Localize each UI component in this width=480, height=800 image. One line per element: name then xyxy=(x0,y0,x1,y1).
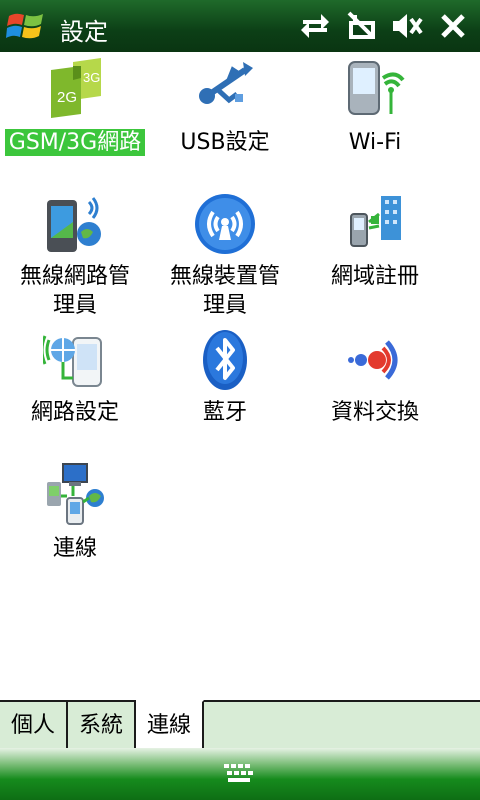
item-label: 網域註冊 xyxy=(330,264,419,289)
tab-personal[interactable]: 個人 xyxy=(0,702,68,748)
item-label: 連線 xyxy=(52,536,97,561)
tab-system[interactable]: 系統 xyxy=(68,702,136,748)
title-bar: 設定 xyxy=(0,0,480,52)
tab-connections[interactable]: 連線 xyxy=(136,700,204,752)
item-label: USB設定 xyxy=(180,130,270,155)
label-line-2: 理員 xyxy=(202,293,247,318)
item-label: 藍牙 xyxy=(202,400,247,425)
item-label: Wi-Fi xyxy=(348,130,402,155)
item-label: 網路設定 xyxy=(30,400,119,425)
usb-icon xyxy=(199,62,253,104)
close-icon[interactable] xyxy=(436,9,470,43)
item-wireless-device-manager[interactable]: 無線裝置管 理員 xyxy=(150,192,300,322)
label-line-1: 無線裝置管 xyxy=(169,264,280,289)
wifi-device-icon xyxy=(348,61,405,115)
volume-mute-icon[interactable] xyxy=(390,9,424,43)
item-wireless-manager[interactable]: 無線網路管 理員 xyxy=(0,192,150,322)
wireless-device-manager-icon xyxy=(195,194,255,254)
gsm-3g-icon: 2G 3G xyxy=(51,58,101,118)
label-line-1: 無線網路管 xyxy=(19,264,130,289)
item-usb[interactable]: USB設定 xyxy=(150,56,300,162)
windows-start-icon[interactable] xyxy=(6,8,46,44)
item-gsm-3g[interactable]: 2G 3G GSM/3G網路 xyxy=(0,56,150,162)
item-domain-enroll[interactable]: 網域註冊 xyxy=(300,192,450,322)
signal-off-icon[interactable] xyxy=(344,9,378,43)
item-bluetooth[interactable]: 藍牙 xyxy=(150,328,300,434)
category-tabs: 個人 系統 連線 xyxy=(0,700,480,752)
item-wifi[interactable]: Wi-Fi xyxy=(300,56,450,162)
domain-enroll-icon xyxy=(350,196,401,247)
item-label: 資料交換 xyxy=(330,400,419,425)
item-label: 無線網路管 理員 xyxy=(0,262,150,320)
window-title: 設定 xyxy=(60,18,108,46)
svg-text:3G: 3G xyxy=(83,70,100,85)
connectivity-icon[interactable] xyxy=(298,9,332,43)
status-icons xyxy=(298,9,470,43)
item-network-settings[interactable]: 網路設定 xyxy=(0,328,150,434)
item-label: 無線裝置管 理員 xyxy=(150,262,300,320)
item-label: GSM/3G網路 xyxy=(0,128,150,157)
svg-text:2G: 2G xyxy=(57,89,77,106)
keyboard-icon[interactable] xyxy=(222,762,256,784)
settings-grid: 2G 3G GSM/3G網路 USB設定 Wi-Fi 無線網路管 理員 無線裝置… xyxy=(0,52,480,700)
connections-icon xyxy=(47,463,104,525)
wireless-manager-icon xyxy=(47,197,101,252)
beam-icon xyxy=(348,340,398,380)
bluetooth-icon xyxy=(203,330,247,390)
label-line-2: 理員 xyxy=(52,293,97,318)
softkey-bar xyxy=(0,748,480,800)
item-connections[interactable]: 連線 xyxy=(0,462,150,568)
network-settings-icon xyxy=(43,335,102,387)
item-beam[interactable]: 資料交換 xyxy=(300,328,450,434)
